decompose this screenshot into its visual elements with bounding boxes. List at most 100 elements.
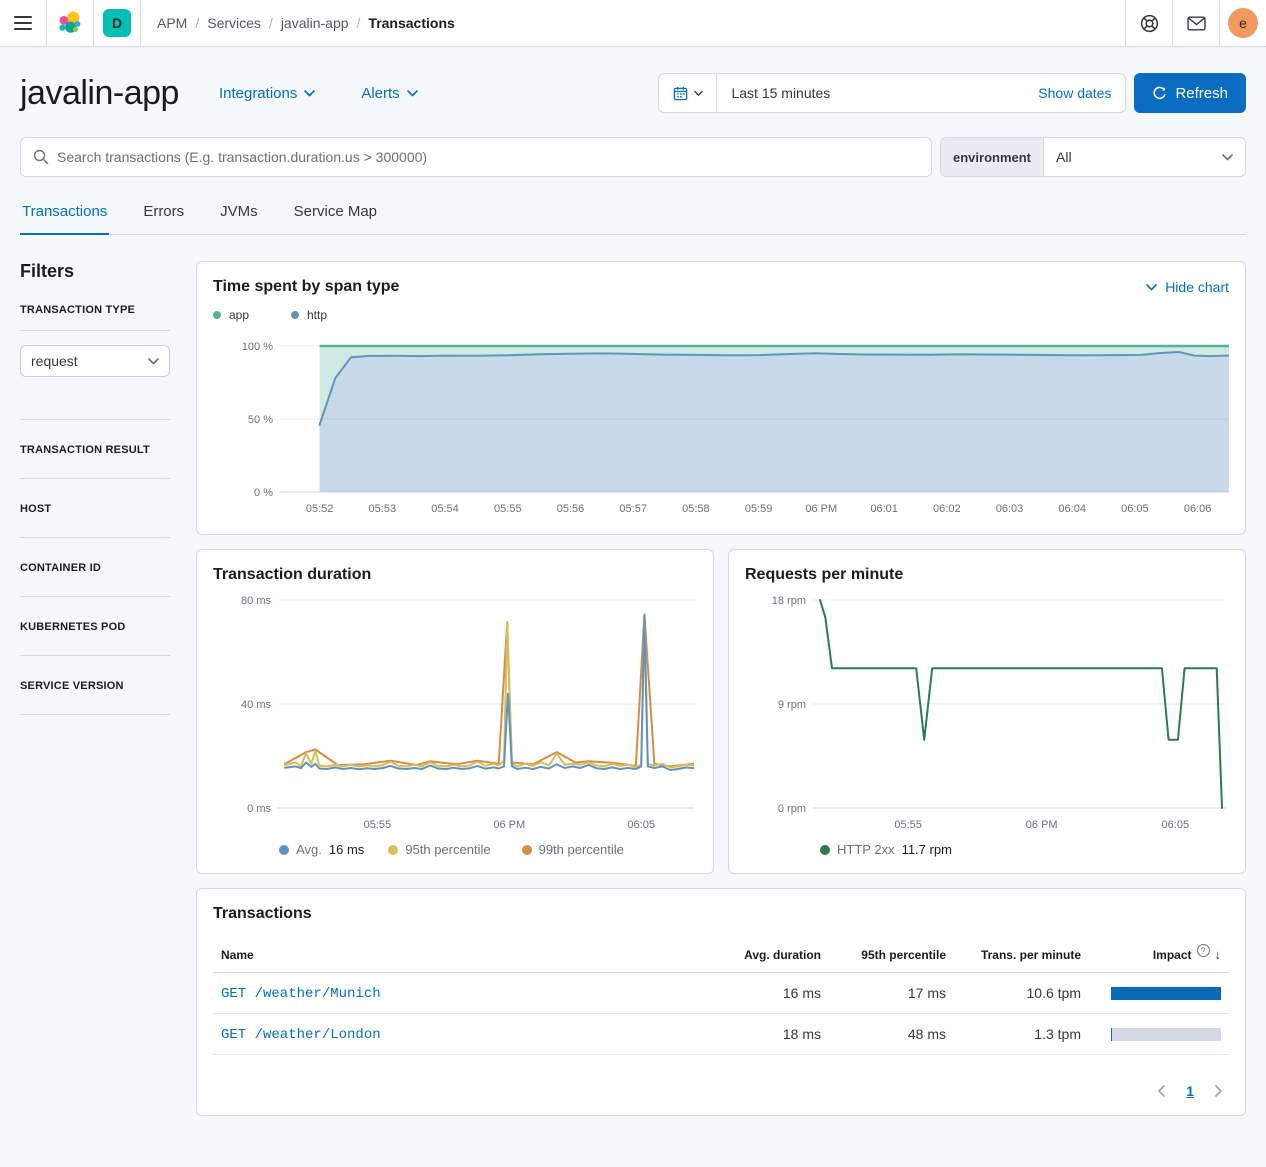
hide-chart-link[interactable]: Hide chart [1146, 279, 1229, 295]
span-type-card: Time spent by span type Hide chart app h… [196, 261, 1246, 535]
legend-dot [388, 845, 398, 855]
newsfeed-button[interactable] [1172, 0, 1219, 46]
svg-text:05:58: 05:58 [682, 503, 710, 515]
tab-bar: Transactions Errors JVMs Service Map [20, 191, 1246, 235]
next-page-button[interactable] [1214, 1085, 1223, 1097]
tab[interactable]: Service Map [292, 191, 379, 234]
column-header-tpm[interactable]: Trans. per minute [954, 937, 1089, 973]
show-dates-link[interactable]: Show dates [1038, 85, 1125, 101]
svg-text:40 ms: 40 ms [241, 699, 271, 711]
email-icon [1187, 16, 1206, 31]
transaction-duration-title: Transaction duration [213, 566, 697, 584]
elastic-logo-icon [57, 10, 83, 36]
svg-text:06 PM: 06 PM [805, 503, 837, 515]
hamburger-icon [14, 16, 32, 30]
filters-sidebar: Filters TRANSACTION TYPE request TRANSAC… [20, 261, 170, 1116]
elastic-logo[interactable] [47, 0, 94, 46]
search-input[interactable] [57, 149, 919, 165]
svg-text:100 %: 100 % [242, 341, 273, 353]
requests-per-minute-title: Requests per minute [745, 566, 1229, 584]
svg-text:06:02: 06:02 [933, 503, 961, 515]
tab[interactable]: Transactions [20, 191, 109, 235]
legend-dot [820, 845, 830, 855]
svg-text:18 rpm: 18 rpm [772, 595, 806, 607]
tpm-value: 1.3 tpm [954, 1014, 1089, 1055]
breadcrumb-link[interactable]: APM [157, 15, 187, 31]
tab[interactable]: JVMs [218, 191, 260, 234]
legend-item[interactable]: 95th percentile [388, 842, 497, 857]
page-header: javalin-app Integrations Alerts Last 15 … [20, 73, 1246, 113]
chevron-left-icon [1157, 1085, 1166, 1097]
svg-text:05:57: 05:57 [619, 503, 647, 515]
requests-per-minute-chart[interactable]: 0 rpm9 rpm18 rpm05:5506 PM06:05 [745, 590, 1226, 834]
filter-section[interactable]: KUBERNETES POD [20, 597, 170, 656]
refresh-icon [1152, 86, 1167, 101]
legend-dot [213, 311, 221, 319]
chevron-down-icon [1146, 284, 1157, 291]
svg-text:0 %: 0 % [254, 487, 273, 499]
legend-item[interactable]: HTTP 2xx 11.7 rpm [820, 842, 952, 857]
menu-button[interactable] [0, 0, 47, 46]
svg-text:05:52: 05:52 [306, 503, 334, 515]
environment-label: environment [941, 138, 1044, 176]
svg-text:9 rpm: 9 rpm [778, 699, 806, 711]
table-row: GET /weather/London 18 ms 48 ms 1.3 tpm [213, 1014, 1229, 1055]
user-menu[interactable]: e [1219, 0, 1266, 46]
calendar-quick-select[interactable] [659, 74, 717, 112]
previous-page-button[interactable] [1157, 1085, 1166, 1097]
column-header-name[interactable]: Name [213, 937, 719, 973]
breadcrumb-separator: / [269, 15, 273, 31]
legend-item[interactable]: app [213, 308, 291, 322]
transactions-card: Transactions Name Avg. duration 95th per… [196, 888, 1246, 1116]
filter-section[interactable]: TRANSACTION RESULT [20, 420, 170, 479]
breadcrumb-current: Transactions [368, 15, 454, 31]
chevron-down-icon [694, 90, 703, 97]
legend-item[interactable]: Avg. 16 ms [279, 842, 364, 857]
filter-section[interactable]: SERVICE VERSION [20, 656, 170, 715]
svg-text:80 ms: 80 ms [241, 595, 271, 607]
sort-descending-icon[interactable]: ↓ [1215, 947, 1222, 962]
refresh-button[interactable]: Refresh [1134, 73, 1246, 113]
integrations-menu[interactable]: Integrations [219, 85, 315, 102]
space-badge: D [103, 9, 131, 37]
svg-text:0 rpm: 0 rpm [778, 803, 806, 815]
span-type-chart[interactable]: 0 %50 %100 %05:5205:5305:5405:5505:5605:… [213, 340, 1229, 518]
breadcrumb-link[interactable]: javalin-app [281, 15, 349, 31]
span-type-title: Time spent by span type [213, 278, 399, 296]
svg-text:05:55: 05:55 [364, 819, 392, 831]
filter-section[interactable]: HOST [20, 479, 170, 538]
transaction-type-select[interactable]: request [20, 345, 170, 377]
legend-item[interactable]: http [291, 308, 369, 322]
environment-filter: environment All [940, 137, 1246, 177]
svg-text:06:05: 06:05 [1121, 503, 1149, 515]
avg-duration-value: 18 ms [719, 1014, 829, 1055]
environment-select[interactable]: All [1044, 138, 1245, 176]
rpm-legend: HTTP 2xx 11.7 rpm [820, 842, 1229, 857]
avatar: e [1228, 8, 1258, 38]
transactions-table: Name Avg. duration 95th percentile Trans… [213, 937, 1229, 1055]
transactions-table-title: Transactions [213, 905, 1229, 923]
transaction-type-label: TRANSACTION TYPE [20, 304, 170, 316]
legend-item[interactable]: 99th percentile [522, 842, 631, 857]
breadcrumb-link[interactable]: Services [207, 15, 261, 31]
alerts-menu[interactable]: Alerts [361, 85, 417, 102]
transaction-link[interactable]: GET /weather/Munich [221, 986, 381, 1002]
help-button[interactable] [1125, 0, 1172, 46]
svg-text:06 PM: 06 PM [493, 819, 525, 831]
transaction-duration-chart[interactable]: 0 ms40 ms80 ms05:5506 PM06:05 [213, 590, 694, 834]
column-header-avg-duration[interactable]: Avg. duration [719, 937, 829, 973]
table-row: GET /weather/Munich 16 ms 17 ms 10.6 tpm [213, 973, 1229, 1014]
transaction-link[interactable]: GET /weather/London [221, 1027, 381, 1043]
time-range-value[interactable]: Last 15 minutes [717, 85, 1038, 101]
page-number[interactable]: 1 [1186, 1083, 1194, 1099]
space-switcher[interactable]: D [94, 0, 141, 46]
requests-per-minute-card: Requests per minute 0 rpm9 rpm18 rpm05:5… [728, 549, 1246, 874]
column-header-95th[interactable]: 95th percentile [829, 937, 954, 973]
filter-section[interactable]: CONTAINER ID [20, 538, 170, 597]
filters-title: Filters [20, 261, 170, 282]
transaction-duration-card: Transaction duration 0 ms40 ms80 ms05:55… [196, 549, 714, 874]
avg-duration-value: 16 ms [719, 973, 829, 1014]
svg-text:05:54: 05:54 [431, 503, 459, 515]
tab[interactable]: Errors [141, 191, 186, 234]
column-header-impact[interactable]: Impact ? ↓ [1089, 937, 1229, 973]
